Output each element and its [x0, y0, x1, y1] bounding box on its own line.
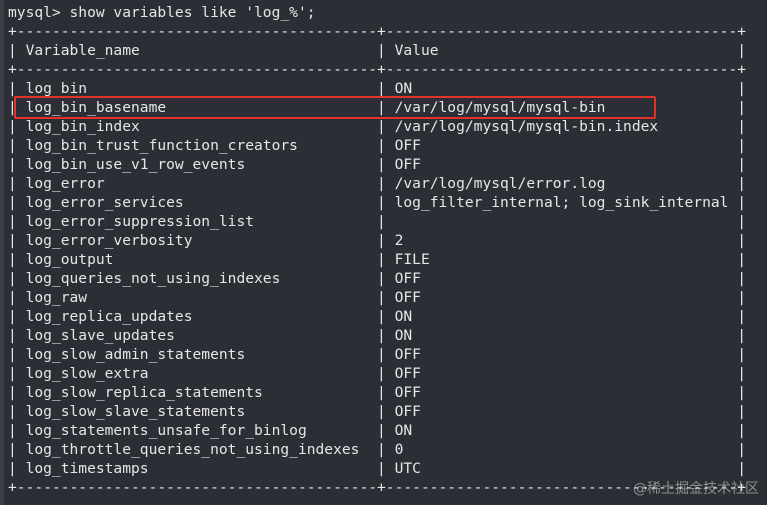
table-row: | log_timestamps | UTC |: [8, 460, 747, 477]
table-header-row: | Variable_name | Value |: [8, 42, 747, 59]
table-row: | log_error_services | log_filter_intern…: [8, 194, 747, 211]
table-row: | log_throttle_queries_not_using_indexes…: [8, 441, 747, 458]
table-row: | log_bin_use_v1_row_events | OFF |: [8, 156, 747, 173]
table-row: | log_error_verbosity | 2 |: [8, 232, 747, 249]
table-row: | log_slave_updates | ON |: [8, 327, 747, 344]
terminal-window[interactable]: mysql> show variables like 'log_%'; +---…: [0, 0, 767, 505]
table-row: | log_error_suppression_list | |: [8, 213, 747, 230]
table-row: | log_slow_admin_statements | OFF |: [8, 346, 747, 363]
table-row: | log_bin_trust_function_creators | OFF …: [8, 137, 747, 154]
table-border-header: +---------------------------------------…: [8, 61, 747, 78]
table-row: | log_slow_slave_statements | OFF |: [8, 403, 747, 420]
terminal-edge: [0, 0, 4, 505]
table-row: | log_raw | OFF |: [8, 289, 747, 306]
highlight-box: [14, 96, 656, 119]
command-prompt-line: mysql> show variables like 'log_%';: [8, 4, 316, 21]
table-row: | log_slow_replica_statements | OFF |: [8, 384, 747, 401]
watermark-text: @稀土掘金技术社区: [633, 481, 759, 497]
table-border-top: +---------------------------------------…: [8, 23, 747, 40]
table-row: | log_error | /var/log/mysql/error.log |: [8, 175, 747, 192]
table-row: | log_statements_unsafe_for_binlog | ON …: [8, 422, 747, 439]
table-row: | log_bin_index | /var/log/mysql/mysql-b…: [8, 118, 747, 135]
table-row: | log_output | FILE |: [8, 251, 747, 268]
table-row: | log_queries_not_using_indexes | OFF |: [8, 270, 747, 287]
table-row: | log_replica_updates | ON |: [8, 308, 747, 325]
table-row: | log_slow_extra | OFF |: [8, 365, 747, 382]
